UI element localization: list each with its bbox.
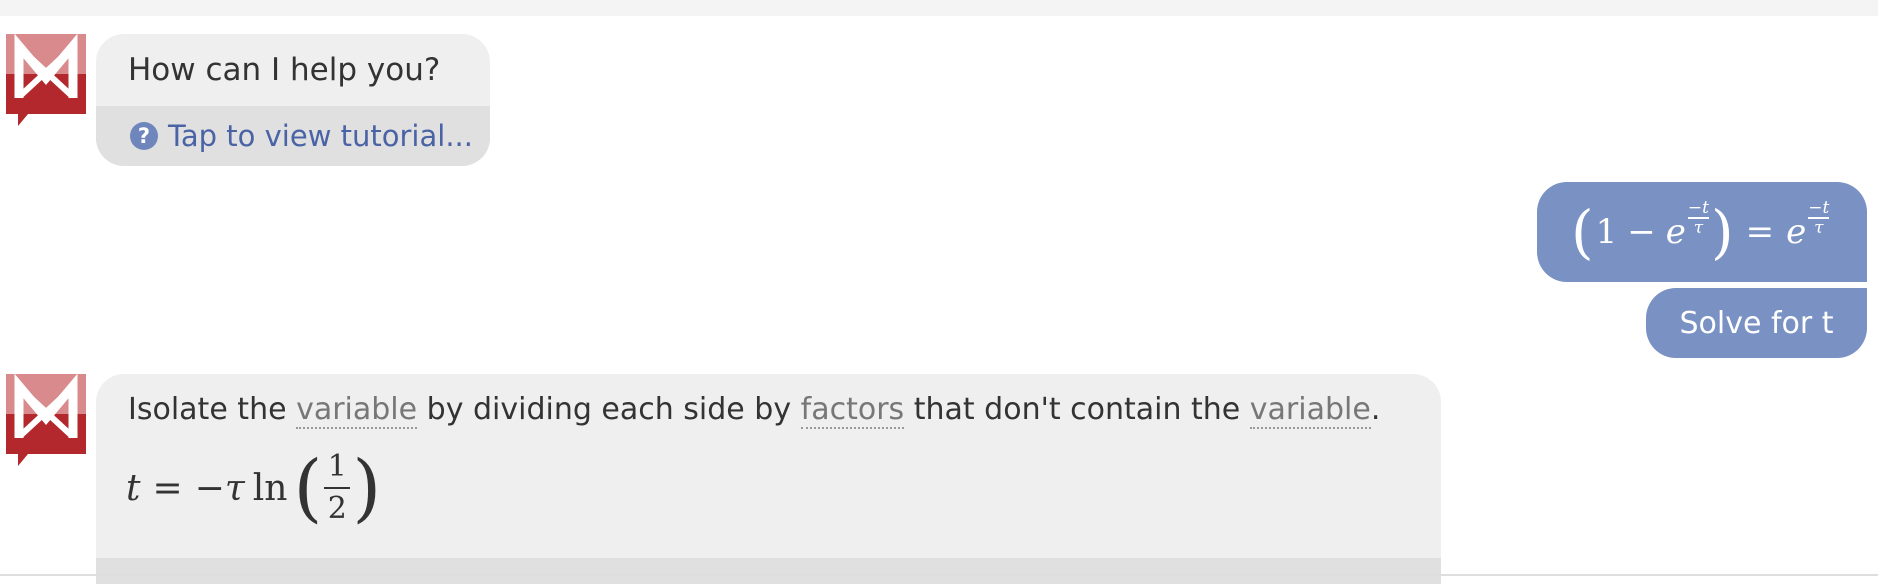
user-equation-bubble: ( 1 − e −t τ ) = e −t τ	[1537, 182, 1867, 282]
result-tau: τ	[224, 467, 245, 509]
equation-base-left: e	[1665, 212, 1686, 252]
equation-equals: =	[1745, 212, 1775, 252]
term-variable-link[interactable]: variable	[1249, 392, 1371, 429]
step-explanation: Isolate the variable by dividing each si…	[128, 390, 1380, 430]
result-fraction: 1 2	[324, 447, 351, 529]
answer-footer-strip	[96, 558, 1441, 584]
result-open-paren: (	[293, 445, 323, 531]
mathway-logo-icon	[6, 374, 88, 466]
result-close-paren: )	[352, 445, 382, 531]
exponent-left-numerator: −t	[1687, 198, 1709, 218]
question-circle-icon: ?	[130, 122, 158, 150]
result-ln: ln	[252, 467, 288, 509]
bot-intro-bubble: How can I help you? ? Tap to view tutori…	[96, 34, 490, 166]
bottom-divider	[0, 574, 1878, 576]
exponent-right: −t τ	[1808, 198, 1830, 238]
exponent-right-denominator: τ	[1814, 218, 1824, 238]
user-equation: ( 1 − e −t τ ) = e −t τ	[1571, 182, 1830, 282]
top-bar	[0, 0, 1878, 16]
exponent-right-numerator: −t	[1808, 198, 1830, 218]
result-equals: =	[152, 467, 183, 509]
equation-minus: −	[1627, 212, 1656, 252]
bot-answer-bubble: Isolate the variable by dividing each si…	[96, 374, 1441, 584]
result-minus: −	[194, 467, 225, 509]
equation-base-right: e	[1786, 212, 1807, 252]
step-text-4: .	[1370, 392, 1381, 427]
tutorial-link[interactable]: Tap to view tutorial...	[168, 119, 473, 153]
exponent-left: −t τ	[1687, 198, 1709, 238]
equation-one: 1	[1595, 212, 1618, 252]
step-text-2: by dividing each side by	[417, 392, 801, 427]
mathway-logo-icon	[6, 34, 88, 126]
result-equation: t = − τ ln ( 1 2 )	[126, 438, 381, 538]
term-factors-link[interactable]: factors	[800, 392, 905, 429]
step-text-3: that don't contain the	[904, 392, 1250, 427]
tutorial-row[interactable]: ? Tap to view tutorial...	[96, 106, 490, 166]
result-lhs: t	[126, 467, 141, 509]
greeting-text: How can I help you?	[128, 52, 441, 88]
result-numerator: 1	[327, 449, 347, 484]
equation-close-paren: )	[1710, 198, 1734, 266]
result-denominator: 2	[327, 491, 347, 526]
exponent-left-denominator: τ	[1693, 218, 1704, 238]
user-command-bubble: Solve for t	[1646, 288, 1867, 358]
equation-open-paren: (	[1571, 198, 1594, 266]
term-variable-link[interactable]: variable	[296, 392, 418, 429]
step-text-1: Isolate the	[128, 392, 297, 427]
